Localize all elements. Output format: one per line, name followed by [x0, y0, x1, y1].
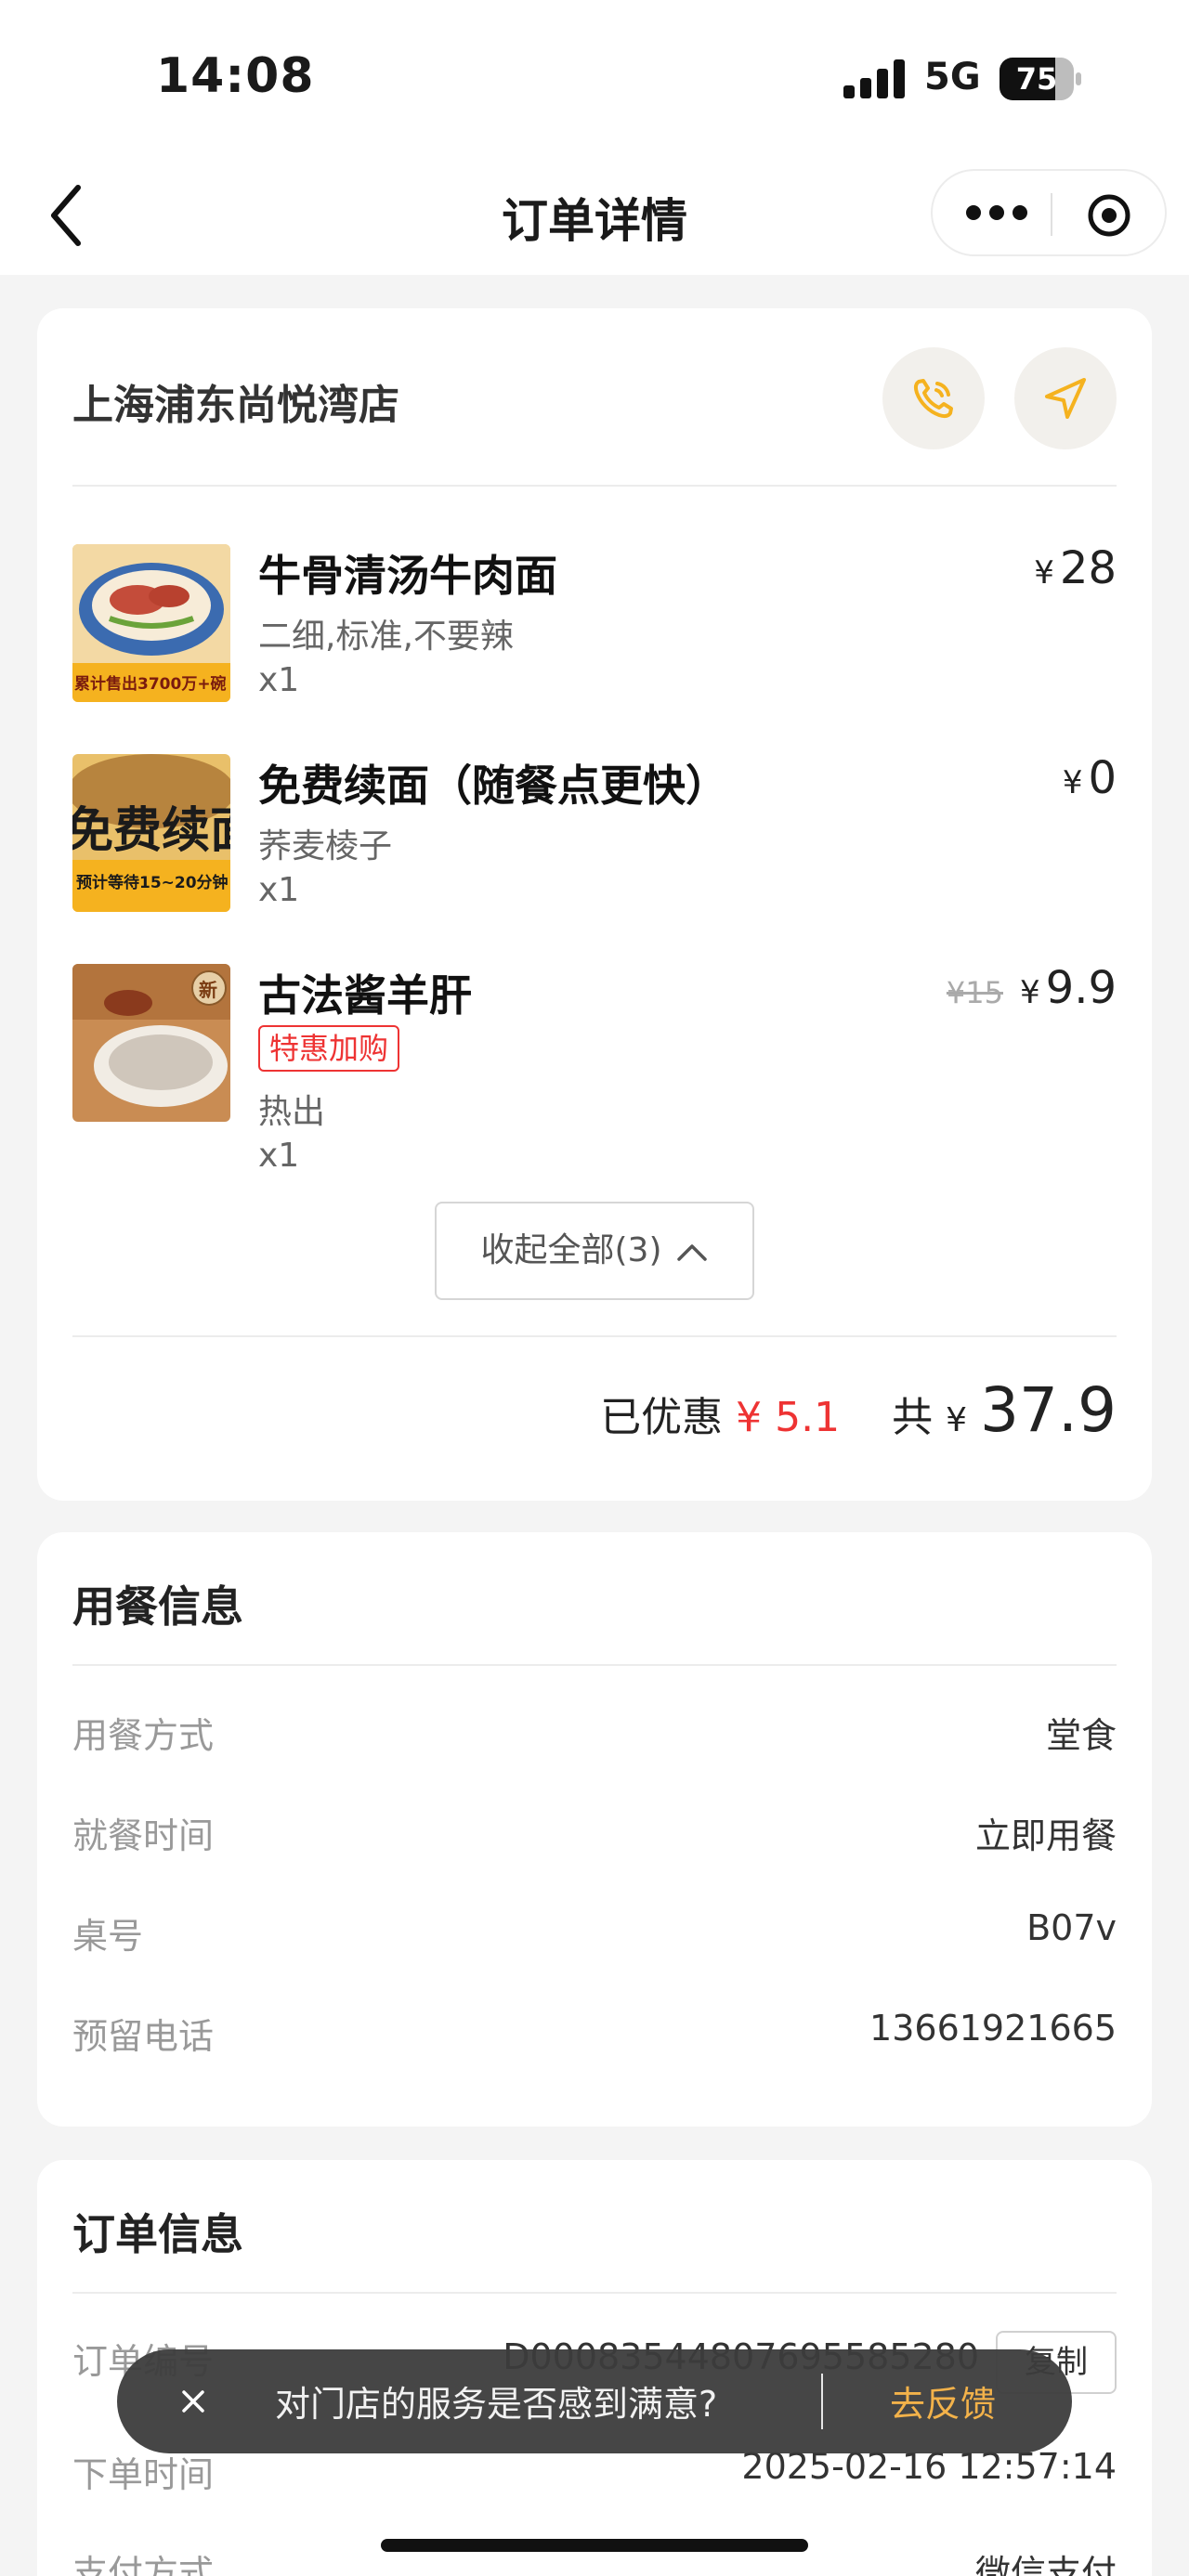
- battery-icon: 75: [1000, 58, 1081, 100]
- info-value: 堂食: [1045, 1715, 1117, 1756]
- item-name: 牛骨清汤牛肉面: [258, 551, 557, 601]
- promo-tag: 特惠加购: [258, 1025, 400, 1072]
- feedback-toast: 对门店的服务是否感到满意? 去反馈: [117, 2349, 1072, 2453]
- divider: [72, 2292, 1117, 2294]
- store-name: 上海浦东尚悦湾店: [72, 382, 399, 429]
- feedback-link[interactable]: 去反馈: [890, 2375, 996, 2426]
- signal-icon: [843, 59, 905, 98]
- chevron-up-icon: [676, 1244, 707, 1261]
- new-badge: 新: [199, 979, 217, 1001]
- call-store-button[interactable]: [882, 347, 985, 449]
- original-price: ¥15: [946, 975, 1003, 1010]
- navigation-arrow-icon: [1045, 378, 1086, 419]
- item-spec: 荞麦棱子: [258, 827, 393, 865]
- info-label: 桌号: [72, 1916, 144, 1957]
- item-image-lamb-liver: 新: [72, 964, 230, 1122]
- item-price: ¥28: [1034, 542, 1117, 594]
- info-label: 预留电话: [72, 2016, 215, 2057]
- info-label: 就餐时间: [72, 1815, 215, 1856]
- info-label: 下单时间: [72, 2454, 215, 2495]
- item-image-subtitle: 预计等待15~20分钟: [76, 874, 229, 892]
- item-quantity: x1: [258, 871, 300, 909]
- divider: [72, 485, 1117, 487]
- item-spec: 热出: [258, 1093, 326, 1131]
- collapse-all-button[interactable]: 收起全部(3): [435, 1202, 754, 1300]
- order-summary: 已优惠 ¥ 5.1 共 ¥ 37.9: [600, 1374, 1117, 1446]
- item-price: ¥9.9: [1020, 962, 1117, 1014]
- collapse-label: 收起全部(3): [480, 1231, 662, 1269]
- divider: [72, 1664, 1117, 1666]
- item-quantity: x1: [258, 661, 300, 699]
- item-image-free-refill: 免费续面 预计等待15~20分钟: [72, 754, 230, 912]
- item-image-title: 免费续面: [72, 802, 230, 859]
- info-label: 用餐方式: [72, 1715, 215, 1756]
- home-indicator: [381, 2539, 808, 2552]
- item-image-caption: 累计售出3700万+碗: [74, 675, 227, 694]
- item-spec: 二细,标准,不要辣: [258, 618, 514, 656]
- more-dots-icon[interactable]: [966, 205, 1027, 222]
- order-items-card: 上海浦东尚悦湾店 累计售出3700万+碗 牛骨清汤牛肉面 二细,标准,不要辣 x…: [37, 308, 1152, 1501]
- discount-label: 已优惠: [600, 1394, 724, 1441]
- item-price: ¥0: [1062, 752, 1117, 804]
- network-label: 5G: [924, 56, 981, 98]
- dining-info-card: 用餐信息 用餐方式 堂食 就餐时间 立即用餐 桌号 B07v 预留电话 1366…: [37, 1532, 1152, 2127]
- nav-bar: 订单详情: [0, 156, 1189, 275]
- close-icon[interactable]: [175, 2383, 212, 2420]
- section-title: 用餐信息: [72, 1581, 243, 1632]
- status-time: 14:08: [156, 48, 315, 104]
- target-icon[interactable]: [1087, 193, 1131, 238]
- navigate-store-button[interactable]: [1014, 347, 1117, 449]
- info-label: 支付方式: [72, 2553, 215, 2576]
- item-image-beef-noodle: 累计售出3700万+碗: [72, 544, 230, 702]
- total-value: 37.9: [980, 1374, 1117, 1446]
- total-label: 共: [892, 1394, 934, 1441]
- discount-value: ¥ 5.1: [736, 1394, 841, 1441]
- mini-program-capsule: [931, 169, 1167, 256]
- battery-level: 75: [1015, 61, 1058, 97]
- total-currency: ¥: [946, 1401, 968, 1439]
- info-value: 13661921665: [869, 2008, 1117, 2049]
- section-title: 订单信息: [72, 2209, 243, 2259]
- info-value: B07v: [1026, 1907, 1117, 1948]
- toast-message: 对门店的服务是否感到满意?: [275, 2384, 718, 2425]
- payment-method: 微信支付: [974, 2553, 1117, 2576]
- divider: [72, 1335, 1117, 1337]
- phone-icon: [913, 379, 953, 419]
- item-name: 免费续面（随餐点更快）: [258, 761, 728, 811]
- item-name: 古法酱羊肝: [258, 970, 472, 1021]
- info-value: 立即用餐: [974, 1815, 1117, 1856]
- status-bar: 14:08 5G 75: [0, 0, 1189, 156]
- item-quantity: x1: [258, 1137, 300, 1175]
